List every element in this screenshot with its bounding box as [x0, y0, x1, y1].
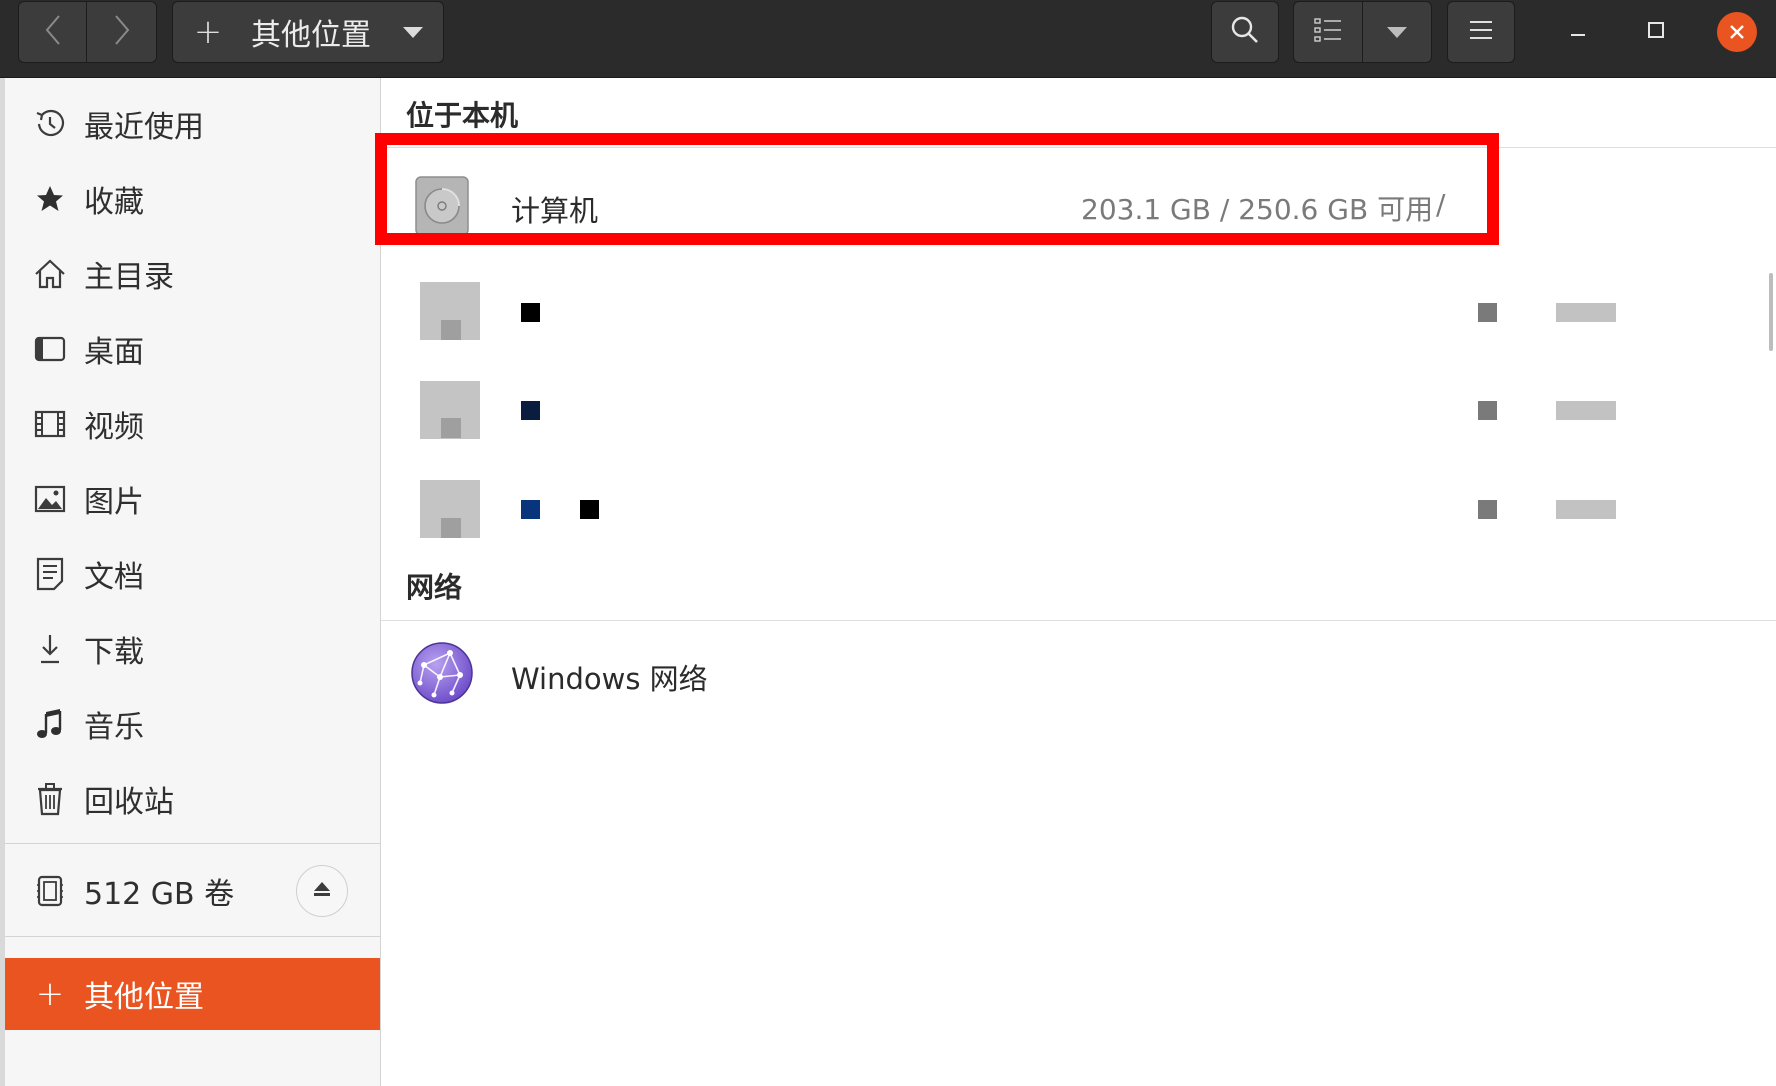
sidebar-item-downloads[interactable]: 下载 — [5, 613, 380, 685]
maximize-icon — [1647, 21, 1665, 43]
hamburger-menu-icon — [1468, 19, 1494, 45]
path-title: 其他位置 — [251, 18, 371, 53]
close-icon — [1717, 12, 1757, 52]
sidebar-item-documents[interactable]: 文档 — [5, 538, 380, 610]
section-divider — [381, 620, 1776, 621]
sidebar-item-label: 512 GB 卷 — [84, 877, 235, 912]
location-row-redacted[interactable] — [381, 468, 1776, 568]
minimize-button[interactable] — [1554, 8, 1602, 56]
sidebar-item-desktop[interactable]: 桌面 — [5, 313, 380, 385]
sidebar-item-starred[interactable]: 收藏 — [5, 163, 380, 235]
section-title-local: 位于本机 — [406, 99, 519, 132]
sidebar-item-label: 音乐 — [84, 710, 144, 745]
sidebar-item-label: 主目录 — [84, 260, 174, 295]
desktop-icon — [32, 331, 68, 367]
highlight-annotation — [375, 133, 1499, 245]
trash-icon — [32, 781, 68, 817]
sidebar-item-label: 回收站 — [84, 785, 174, 820]
redacted-block — [441, 418, 461, 438]
sidebar-item-label: 视频 — [84, 410, 144, 445]
redacted-block — [521, 401, 540, 420]
view-options-button[interactable] — [1363, 1, 1432, 63]
location-row-redacted[interactable] — [381, 368, 1776, 468]
close-button[interactable] — [1713, 8, 1761, 56]
sidebar-item-music[interactable]: 音乐 — [5, 688, 380, 760]
redacted-block — [1478, 500, 1497, 519]
view-list-button[interactable] — [1293, 1, 1363, 63]
redacted-block — [441, 320, 461, 340]
redacted-block — [441, 518, 461, 538]
home-icon — [32, 256, 68, 292]
caret-down-icon — [403, 26, 423, 38]
plus-icon: + — [35, 974, 65, 1014]
main-content: 位于本机 计算机 203.1 GB / 250.6 GB 可用 / 网络 Win… — [375, 78, 1776, 1086]
document-icon — [32, 556, 68, 592]
sidebar-item-label: 最近使用 — [84, 110, 204, 145]
redacted-block — [1556, 401, 1616, 420]
drive-icon — [32, 873, 68, 909]
sidebar-item-label: 其他位置 — [84, 980, 204, 1015]
redacted-block — [1556, 303, 1616, 322]
redacted-block — [580, 500, 599, 519]
main-menu-button[interactable] — [1447, 1, 1515, 63]
redacted-block — [521, 303, 540, 322]
eject-button[interactable] — [296, 865, 348, 917]
redacted-block — [1556, 500, 1616, 519]
search-button[interactable] — [1211, 1, 1279, 63]
sidebar-item-recent[interactable]: 最近使用 — [5, 88, 380, 160]
sidebar-item-trash[interactable]: 回收站 — [5, 763, 380, 835]
sidebar-separator — [5, 936, 380, 937]
sidebar-item-label: 桌面 — [84, 335, 144, 370]
network-globe-icon — [410, 641, 474, 709]
plus-icon: + — [193, 12, 223, 52]
list-view-icon — [1314, 18, 1342, 46]
redacted-block — [1478, 401, 1497, 420]
minimize-icon — [1569, 21, 1587, 43]
image-icon — [32, 481, 68, 517]
redacted-block — [521, 500, 540, 519]
sidebar-item-label: 文档 — [84, 560, 144, 595]
header-bar: + 其他位置 — [0, 0, 1776, 78]
film-icon — [32, 406, 68, 442]
section-title-network: 网络 — [406, 571, 463, 604]
sidebar-item-pictures[interactable]: 图片 — [5, 463, 380, 535]
sidebar: 最近使用 收藏 主目录 桌面 视频 图片 文档 下载 音乐 回收站 512 GB… — [0, 78, 381, 1086]
clock-icon — [32, 106, 68, 142]
location-label: Windows 网络 — [511, 662, 708, 696]
sidebar-item-label: 下载 — [84, 635, 144, 670]
download-icon — [32, 631, 68, 667]
star-icon — [32, 181, 68, 217]
caret-down-icon — [1387, 26, 1407, 38]
path-bar-button[interactable]: + 其他位置 — [172, 1, 444, 63]
sidebar-item-videos[interactable]: 视频 — [5, 388, 380, 460]
scrollbar[interactable] — [1769, 273, 1773, 351]
back-button[interactable] — [18, 1, 87, 63]
eject-icon — [312, 879, 332, 903]
location-row-redacted[interactable] — [381, 268, 1776, 368]
sidebar-item-label: 图片 — [84, 485, 144, 520]
sidebar-item-other-locations[interactable]: + 其他位置 — [5, 958, 380, 1030]
redacted-block — [1478, 303, 1497, 322]
music-icon — [32, 706, 68, 742]
chevron-left-icon — [43, 13, 63, 51]
maximize-button[interactable] — [1632, 8, 1680, 56]
sidebar-item-label: 收藏 — [84, 185, 144, 220]
chevron-right-icon — [112, 13, 132, 51]
search-icon — [1230, 15, 1260, 49]
sidebar-separator — [5, 843, 380, 844]
forward-button[interactable] — [87, 1, 157, 63]
sidebar-item-home[interactable]: 主目录 — [5, 238, 380, 310]
